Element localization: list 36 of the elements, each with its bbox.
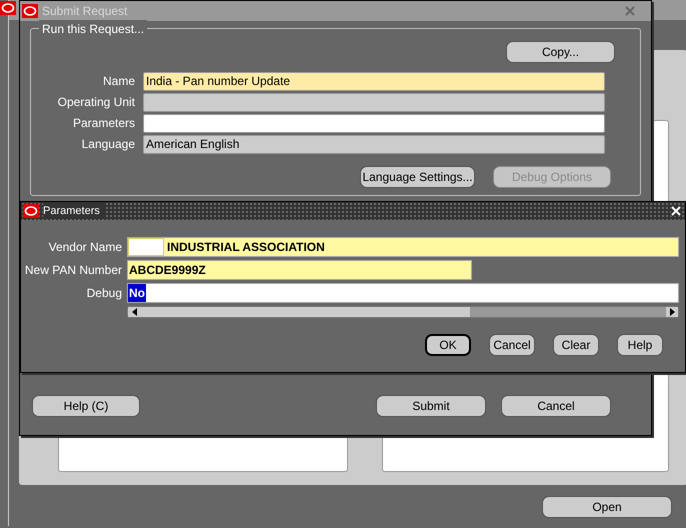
text-field[interactable]: American English [143, 134, 605, 154]
button[interactable]: Cancel [501, 395, 611, 417]
field-value: ABCDE9999Z [128, 262, 207, 279]
field-label: Language [80, 136, 136, 153]
field-label: Debug [86, 285, 123, 302]
group-title: Run this Request... [39, 20, 148, 38]
scrollbar-thumb[interactable] [140, 307, 470, 317]
text-field[interactable]: INDUSTRIAL ASSOCIATION [127, 237, 679, 257]
horizontal-scrollbar[interactable] [127, 306, 679, 318]
button[interactable]: Cancel [489, 334, 535, 356]
button[interactable]: Language Settings... [360, 166, 475, 188]
button[interactable]: Submit [376, 395, 486, 417]
button[interactable]: Help [617, 334, 663, 356]
text-field[interactable]: India - Pan number Update [143, 72, 605, 90]
text-field[interactable]: ABCDE9999Z [127, 260, 472, 280]
text-field[interactable] [143, 114, 605, 132]
field-label: New PAN Number [24, 262, 123, 279]
field-value: No [128, 284, 146, 302]
text-field[interactable]: No [127, 283, 679, 303]
button[interactable]: OK [425, 334, 471, 356]
text-field[interactable] [143, 92, 605, 112]
field-label: Parameters [72, 115, 136, 132]
field-label: Operating Unit [56, 94, 136, 111]
app-logo-icon [22, 4, 38, 18]
field-value: INDUSTRIAL ASSOCIATION [166, 239, 326, 256]
window-title: Submit Request [42, 3, 128, 20]
field-label: Name [102, 73, 136, 90]
field-label: Vendor Name [48, 239, 123, 256]
button[interactable]: Help (C) [32, 395, 140, 417]
app-logo-icon [23, 204, 39, 218]
masked-text [128, 238, 164, 256]
window-title: Parameters [43, 202, 104, 220]
app-logo-icon [0, 1, 16, 15]
button[interactable]: Clear [553, 334, 599, 356]
button[interactable]: Open [542, 496, 672, 518]
button[interactable]: Copy... [506, 41, 615, 63]
